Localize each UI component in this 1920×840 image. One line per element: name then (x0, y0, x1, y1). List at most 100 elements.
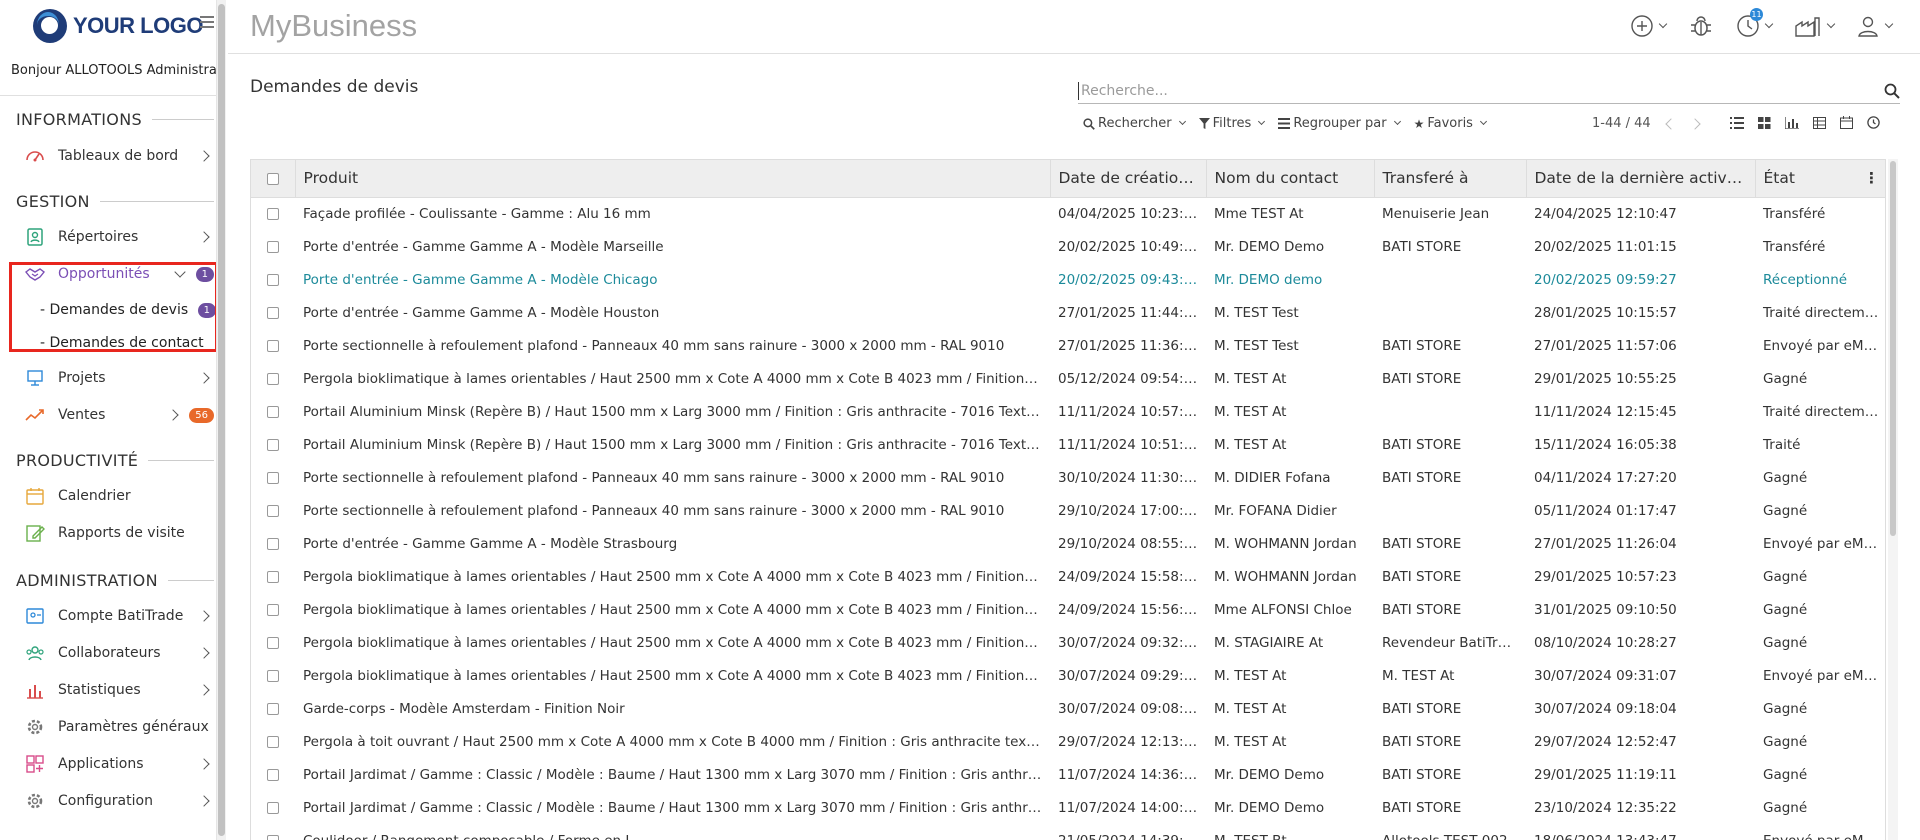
row-checkbox-cell[interactable] (251, 659, 295, 692)
sidebar-item-applications[interactable]: Applications (24, 749, 214, 779)
row-checkbox-cell[interactable] (251, 230, 295, 263)
row-checkbox[interactable] (267, 273, 279, 286)
row-checkbox[interactable] (267, 339, 279, 352)
row-checkbox-cell[interactable] (251, 791, 295, 824)
row-checkbox[interactable] (267, 834, 279, 840)
debug-button[interactable] (1688, 13, 1714, 39)
row-checkbox[interactable] (267, 702, 279, 715)
table-scrollbar-thumb[interactable] (1890, 161, 1896, 536)
sidebar-item-calendrier[interactable]: Calendrier (24, 481, 214, 511)
row-checkbox[interactable] (267, 405, 279, 418)
select-all-checkbox[interactable] (266, 172, 279, 185)
search-icon[interactable] (1884, 83, 1900, 99)
row-checkbox-cell[interactable] (251, 494, 295, 527)
table-scrollbar[interactable] (1888, 159, 1898, 840)
row-checkbox-cell[interactable] (251, 527, 295, 560)
sidebar-item-projets[interactable]: Projets (24, 363, 214, 393)
column-header-date-creation[interactable]: Date de création (1050, 160, 1207, 198)
table-row[interactable]: Portail Jardimat / Gamme : Classic / Mod… (251, 791, 1885, 824)
sidebar-item-configuration[interactable]: Configuration (24, 786, 214, 816)
graph-view-icon[interactable] (1785, 116, 1799, 129)
column-options-icon[interactable]: ⋮ (1864, 169, 1879, 187)
rechercher-dropdown[interactable]: Rechercher (1083, 116, 1186, 131)
add-menu[interactable] (1630, 14, 1668, 38)
column-header-derniere-activite[interactable]: Date de la dernière activité... (1526, 160, 1756, 198)
table-row[interactable]: Porte d'entrée - Gamme Gamme A - Modèle … (251, 527, 1885, 560)
list-view-icon[interactable] (1730, 116, 1744, 129)
column-header-produit[interactable]: Produit (295, 160, 1051, 198)
kanban-view-icon[interactable] (1758, 116, 1771, 129)
row-checkbox[interactable] (267, 603, 279, 616)
row-checkbox[interactable] (267, 801, 279, 814)
row-checkbox-cell[interactable] (251, 263, 295, 296)
row-checkbox[interactable] (267, 438, 279, 451)
row-checkbox-cell[interactable] (251, 362, 295, 395)
table-row[interactable]: Porte d'entrée - Gamme Gamme A - Modèle … (251, 263, 1885, 296)
row-checkbox-cell[interactable] (251, 428, 295, 461)
logo[interactable]: YOUR LOGO (33, 8, 203, 44)
search-bar[interactable]: Recherche... (1078, 78, 1900, 104)
calendar-view-icon[interactable] (1840, 116, 1853, 129)
row-checkbox-cell[interactable] (251, 758, 295, 791)
sidebar-item-tableaux-de-bord[interactable]: Tableaux de bord (24, 141, 214, 171)
search-input[interactable]: Recherche... (1081, 83, 1884, 99)
table-row[interactable]: Pergola bioklimatique à lames orientable… (251, 626, 1885, 659)
row-checkbox-cell[interactable] (251, 329, 295, 362)
row-checkbox-cell[interactable] (251, 560, 295, 593)
table-row[interactable]: Pergola bioklimatique à lames orientable… (251, 659, 1885, 692)
table-row[interactable]: Portail Aluminium Minsk (Repère B) / Hau… (251, 395, 1885, 428)
activities-menu[interactable]: 11 (1736, 8, 1774, 38)
previous-page-icon[interactable] (1665, 117, 1677, 130)
activity-view-icon[interactable] (1867, 116, 1880, 129)
row-checkbox[interactable] (267, 669, 279, 682)
sidebar-item-compte-batitrade[interactable]: Compte BatiTrade (24, 601, 214, 631)
table-row[interactable]: Pergola à toit ouvrant / Haut 2500 mm x … (251, 725, 1885, 758)
row-checkbox-cell[interactable] (251, 692, 295, 725)
sidebar-item-statistiques[interactable]: Statistiques (24, 675, 214, 705)
table-row[interactable]: Porte sectionnelle à refoulement plafond… (251, 461, 1885, 494)
filtres-dropdown[interactable]: Filtres (1198, 116, 1266, 131)
row-checkbox[interactable] (267, 570, 279, 583)
row-checkbox[interactable] (267, 306, 279, 319)
table-row[interactable]: Pergola bioklimatique à lames orientable… (251, 362, 1885, 395)
row-checkbox[interactable] (267, 372, 279, 385)
column-header-nom-contact[interactable]: Nom du contact (1206, 160, 1375, 198)
sidebar-scrollbar-thumb[interactable] (218, 4, 225, 836)
column-header-transfere-a[interactable]: Transferé à (1374, 160, 1527, 198)
row-checkbox-cell[interactable] (251, 197, 295, 230)
pivot-view-icon[interactable] (1813, 116, 1826, 129)
row-checkbox[interactable] (267, 768, 279, 781)
regrouper-dropdown[interactable]: Regrouper par (1278, 116, 1401, 131)
table-row[interactable]: Pergola bioklimatique à lames orientable… (251, 560, 1885, 593)
row-checkbox[interactable] (267, 636, 279, 649)
row-checkbox-cell[interactable] (251, 461, 295, 494)
company-menu[interactable] (1794, 14, 1836, 38)
column-header-etat[interactable]: État ⋮ (1755, 160, 1885, 198)
row-checkbox-cell[interactable] (251, 296, 295, 329)
row-checkbox-cell[interactable] (251, 395, 295, 428)
row-checkbox[interactable] (267, 471, 279, 484)
table-row[interactable]: Coulidoor / Rangement composable / Forme… (251, 824, 1885, 840)
sidebar-item-parametres-generaux[interactable]: Paramètres généraux (24, 712, 214, 742)
next-page-icon[interactable] (1689, 117, 1701, 130)
table-row[interactable]: Pergola bioklimatique à lames orientable… (251, 593, 1885, 626)
pager-value[interactable]: 1-44 / 44 (1592, 116, 1651, 131)
menu-toggle-icon[interactable] (200, 16, 214, 28)
row-checkbox[interactable] (267, 504, 279, 517)
row-checkbox-cell[interactable] (251, 725, 295, 758)
row-checkbox-cell[interactable] (251, 824, 295, 840)
user-menu[interactable] (1856, 14, 1894, 38)
table-row[interactable]: Garde-corps - Modèle Amsterdam - Finitio… (251, 692, 1885, 725)
row-checkbox[interactable] (267, 735, 279, 748)
table-row[interactable]: Portail Jardimat / Gamme : Classic / Mod… (251, 758, 1885, 791)
table-row[interactable]: Porte sectionnelle à refoulement plafond… (251, 494, 1885, 527)
sidebar-item-repertoires[interactable]: Répertoires (24, 222, 214, 252)
table-row[interactable]: Portail Aluminium Minsk (Repère B) / Hau… (251, 428, 1885, 461)
sidebar-item-collaborateurs[interactable]: Collaborateurs (24, 638, 214, 668)
select-all-checkbox-cell[interactable] (251, 160, 296, 198)
table-row[interactable]: Façade profilée - Coulissante - Gamme : … (251, 197, 1885, 230)
sidebar-item-ventes[interactable]: Ventes 56 (24, 400, 214, 430)
table-row[interactable]: Porte sectionnelle à refoulement plafond… (251, 329, 1885, 362)
table-row[interactable]: Porte d'entrée - Gamme Gamme A - Modèle … (251, 230, 1885, 263)
sidebar-item-rapports-de-visite[interactable]: Rapports de visite (24, 518, 214, 548)
